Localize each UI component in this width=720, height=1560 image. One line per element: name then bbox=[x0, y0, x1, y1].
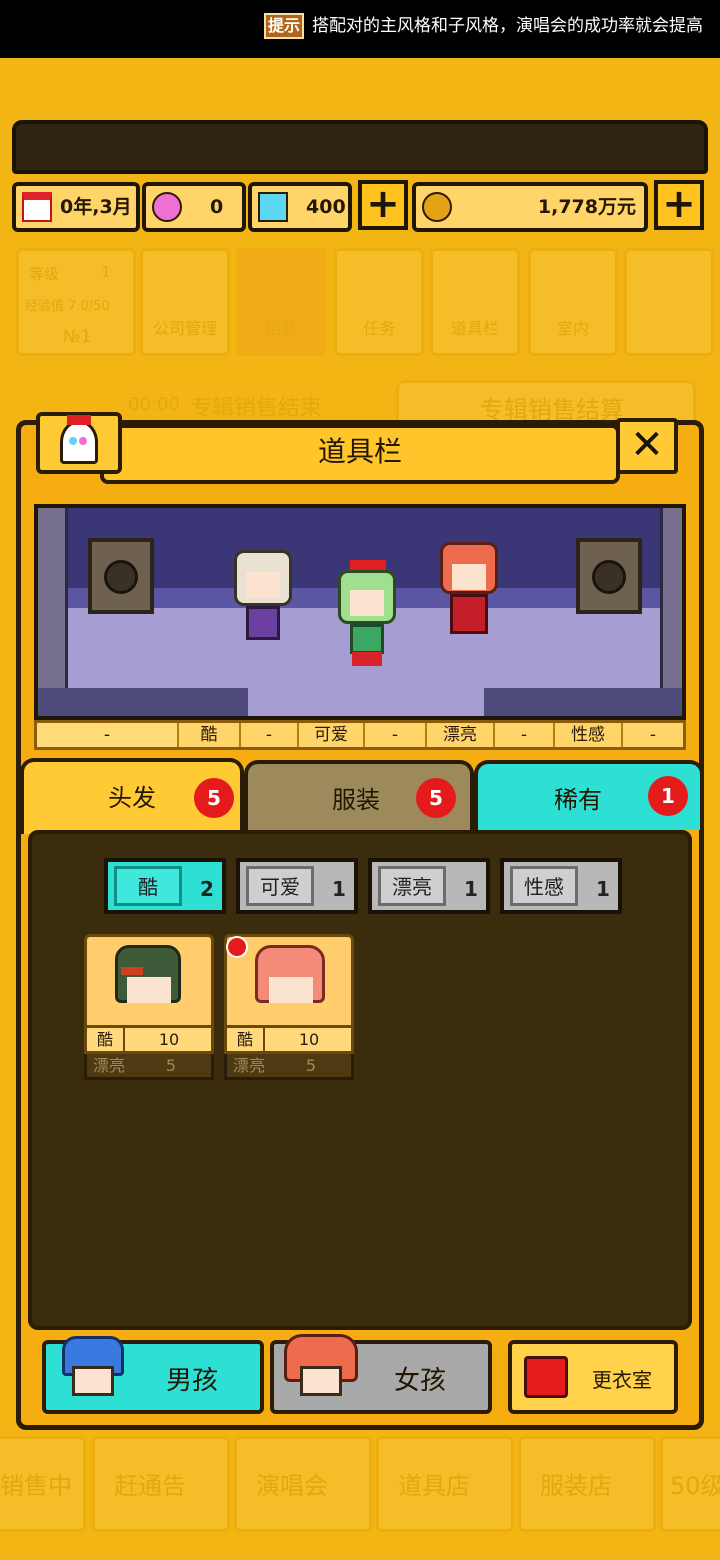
filter-pretty[interactable]: 漂亮 1 bbox=[368, 858, 490, 914]
level-value: 1 bbox=[101, 263, 111, 281]
girl-avatar-icon bbox=[284, 1334, 358, 1404]
recruit-tile: 招募 bbox=[236, 248, 326, 356]
idol-character-3 bbox=[434, 542, 504, 652]
panel-title: 道具栏 bbox=[317, 435, 402, 468]
pink-gem-icon bbox=[152, 192, 182, 222]
boy-button[interactable]: 男孩 bbox=[42, 1336, 264, 1414]
hint-badge: 提示 bbox=[264, 13, 304, 39]
nav-clothing-shop-label: 服装店 bbox=[540, 1472, 612, 1500]
close-button[interactable]: ✕ bbox=[616, 418, 678, 474]
filter-cool-count: 2 bbox=[200, 877, 214, 901]
blue-gem-display: 400 bbox=[248, 182, 352, 232]
speaker-right bbox=[576, 538, 642, 614]
filter-sexy-label: 性感 bbox=[510, 866, 578, 906]
company-management-tile: 公司管理 bbox=[140, 248, 230, 356]
tab-rare-label: 稀有 bbox=[554, 786, 602, 814]
level-label: 等级 bbox=[29, 265, 60, 283]
tab-hair-badge: 5 bbox=[194, 778, 234, 818]
style-sep-4: - bbox=[621, 723, 683, 747]
boy-avatar-icon bbox=[62, 1336, 124, 1404]
item-substat-row: 漂亮 5 bbox=[224, 1054, 354, 1080]
pink-gem-display: 0 bbox=[142, 182, 246, 232]
hair-item-card[interactable]: 酷 10 漂亮 5 bbox=[224, 934, 354, 1082]
filter-sexy[interactable]: 性感 1 bbox=[500, 858, 622, 914]
date-value: 0年,3月 bbox=[60, 196, 132, 218]
add-money-button[interactable]: + bbox=[654, 180, 704, 230]
calendar-icon bbox=[22, 192, 52, 222]
item-stat-row: 酷 10 bbox=[224, 1028, 354, 1054]
filter-cool-label: 酷 bbox=[114, 866, 182, 906]
pink-gem-value: 0 bbox=[210, 196, 224, 218]
money-display: 1,778万元 bbox=[412, 182, 648, 232]
sale-time: 00:00 bbox=[128, 394, 180, 415]
filter-cute-count: 1 bbox=[332, 877, 346, 901]
rank-label: №1 bbox=[63, 327, 92, 347]
exp-label: 经验值 7.0/50 bbox=[25, 299, 110, 314]
style-sep-1: - bbox=[239, 723, 297, 747]
gacha-machine-icon bbox=[60, 415, 98, 464]
money-value: 1,778万元 bbox=[537, 196, 636, 218]
add-gems-button[interactable]: + bbox=[358, 180, 408, 230]
tab-hair-label: 头发 bbox=[108, 784, 156, 812]
nav-item-shop-label: 道具店 bbox=[398, 1472, 470, 1500]
style-cool: 酷 bbox=[177, 723, 239, 747]
style-sexy: 性感 bbox=[553, 723, 621, 747]
filter-cute[interactable]: 可爱 1 bbox=[236, 858, 358, 914]
tab-clothes-label: 服装 bbox=[332, 786, 380, 814]
stage-scene bbox=[34, 504, 686, 720]
tab-rare-badge: 1 bbox=[648, 776, 688, 816]
girl-button[interactable]: 女孩 bbox=[270, 1334, 492, 1414]
filter-sexy-count: 1 bbox=[596, 877, 610, 901]
coin-icon bbox=[422, 192, 452, 222]
shop-tile bbox=[624, 248, 714, 356]
style-bar: - 酷 - 可爱 - 漂亮 - 性感 - bbox=[34, 720, 686, 750]
hint-bar bbox=[12, 120, 708, 174]
idol-character-1 bbox=[228, 550, 298, 650]
nav-concert-label: 演唱会 bbox=[256, 1472, 328, 1500]
speaker-left bbox=[88, 538, 154, 614]
girl-label: 女孩 bbox=[394, 1366, 447, 1396]
tab-clothes-badge: 5 bbox=[416, 778, 456, 818]
filter-pretty-count: 1 bbox=[464, 877, 478, 901]
interior-tile: 室内 bbox=[528, 248, 618, 356]
item-stat-row: 酷 10 bbox=[84, 1028, 214, 1054]
hair-item-image bbox=[84, 934, 214, 1028]
hair-item-card[interactable]: 酷 10 漂亮 5 bbox=[84, 934, 214, 1082]
item-substat-row: 漂亮 5 bbox=[84, 1054, 214, 1080]
nav-selling-label: 销售中 bbox=[0, 1472, 72, 1500]
filter-pretty-label: 漂亮 bbox=[378, 866, 446, 906]
blue-gem-icon bbox=[258, 192, 288, 222]
date-display: 0年,3月 bbox=[12, 182, 140, 232]
idol-character-2 bbox=[332, 560, 402, 670]
nav-schedule-label: 赶通告 bbox=[114, 1472, 186, 1500]
filter-cute-label: 可爱 bbox=[246, 866, 314, 906]
inventory-tile: 道具栏 bbox=[430, 248, 520, 356]
nav-level50-label: 50级 bbox=[670, 1472, 720, 1500]
new-item-indicator bbox=[226, 936, 248, 958]
style-main: - bbox=[37, 723, 177, 747]
style-sep-3: - bbox=[493, 723, 553, 747]
shirt-icon bbox=[524, 1356, 568, 1398]
level-panel: 等级 1 经验值 7.0/50 №1 bbox=[16, 248, 136, 356]
style-pretty: 漂亮 bbox=[425, 723, 493, 747]
tab-clothes[interactable]: 服装 5 bbox=[244, 760, 474, 830]
sale-status: 专辑销售结束 bbox=[190, 396, 323, 421]
boy-label: 男孩 bbox=[166, 1366, 219, 1396]
blue-gem-value: 400 bbox=[306, 196, 346, 218]
style-sep-2: - bbox=[363, 723, 425, 747]
wardrobe-label: 更衣室 bbox=[592, 1368, 652, 1392]
gacha-button[interactable] bbox=[36, 412, 122, 474]
style-cute: 可爱 bbox=[297, 723, 363, 747]
hint-text: 搭配对的主风格和子风格，演唱会的成功率就会提高 bbox=[312, 16, 703, 36]
filter-cool[interactable]: 酷 2 bbox=[104, 858, 226, 914]
wardrobe-button[interactable]: 更衣室 bbox=[508, 1340, 678, 1414]
tasks-tile: 任务 bbox=[334, 248, 424, 356]
tab-hair[interactable]: 头发 5 bbox=[20, 758, 244, 834]
tab-rare[interactable]: 稀有 1 bbox=[474, 760, 704, 830]
